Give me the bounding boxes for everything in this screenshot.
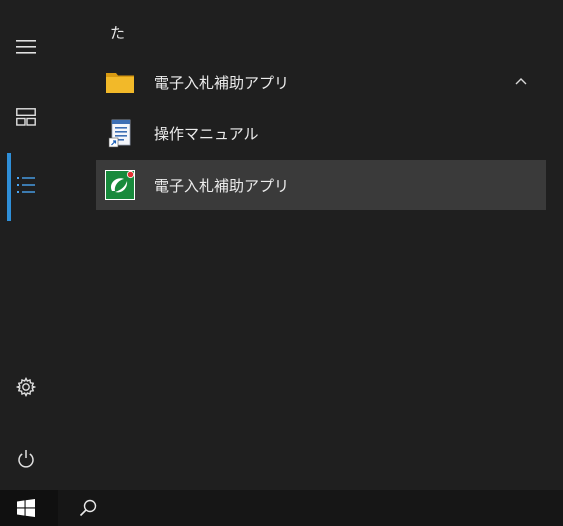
app-label: 操作マニュアル [154, 124, 259, 143]
chevron-up-icon[interactable] [510, 71, 532, 93]
app-item-electronic-bidding[interactable]: 電子入札補助アプリ [96, 160, 546, 210]
tiles-view-button[interactable] [0, 95, 52, 139]
start-button[interactable] [0, 490, 52, 526]
app-list: た 電子入札補助アプリ 操作マニュアル 電子入札補助アプリ [52, 0, 563, 490]
folder-label: 電子入札補助アプリ [154, 73, 290, 92]
settings-gear-icon [16, 377, 36, 397]
start-menu: た 電子入札補助アプリ 操作マニュアル 電子入札補助アプリ [0, 0, 563, 526]
power-icon [18, 450, 34, 468]
section-letter-header[interactable]: た [110, 22, 125, 43]
app-label: 電子入札補助アプリ [154, 176, 290, 195]
all-apps-list-button[interactable] [0, 163, 52, 207]
tiles-icon [16, 108, 36, 126]
power-button[interactable] [0, 437, 52, 481]
manual-document-icon [108, 119, 131, 148]
expand-menu-button[interactable] [0, 25, 52, 69]
folder-icon [106, 73, 134, 93]
windows-logo-icon [17, 499, 35, 517]
app-item-manual[interactable]: 操作マニュアル [96, 108, 546, 158]
settings-button[interactable] [0, 365, 52, 409]
hamburger-menu-icon [16, 40, 36, 54]
app-folder[interactable]: 電子入札補助アプリ [96, 57, 546, 107]
app-logo-icon [105, 170, 135, 200]
search-icon [79, 499, 97, 517]
taskbar-search[interactable] [58, 490, 563, 526]
taskbar [0, 490, 563, 526]
start-menu-rail [0, 0, 52, 490]
list-icon [17, 177, 35, 193]
